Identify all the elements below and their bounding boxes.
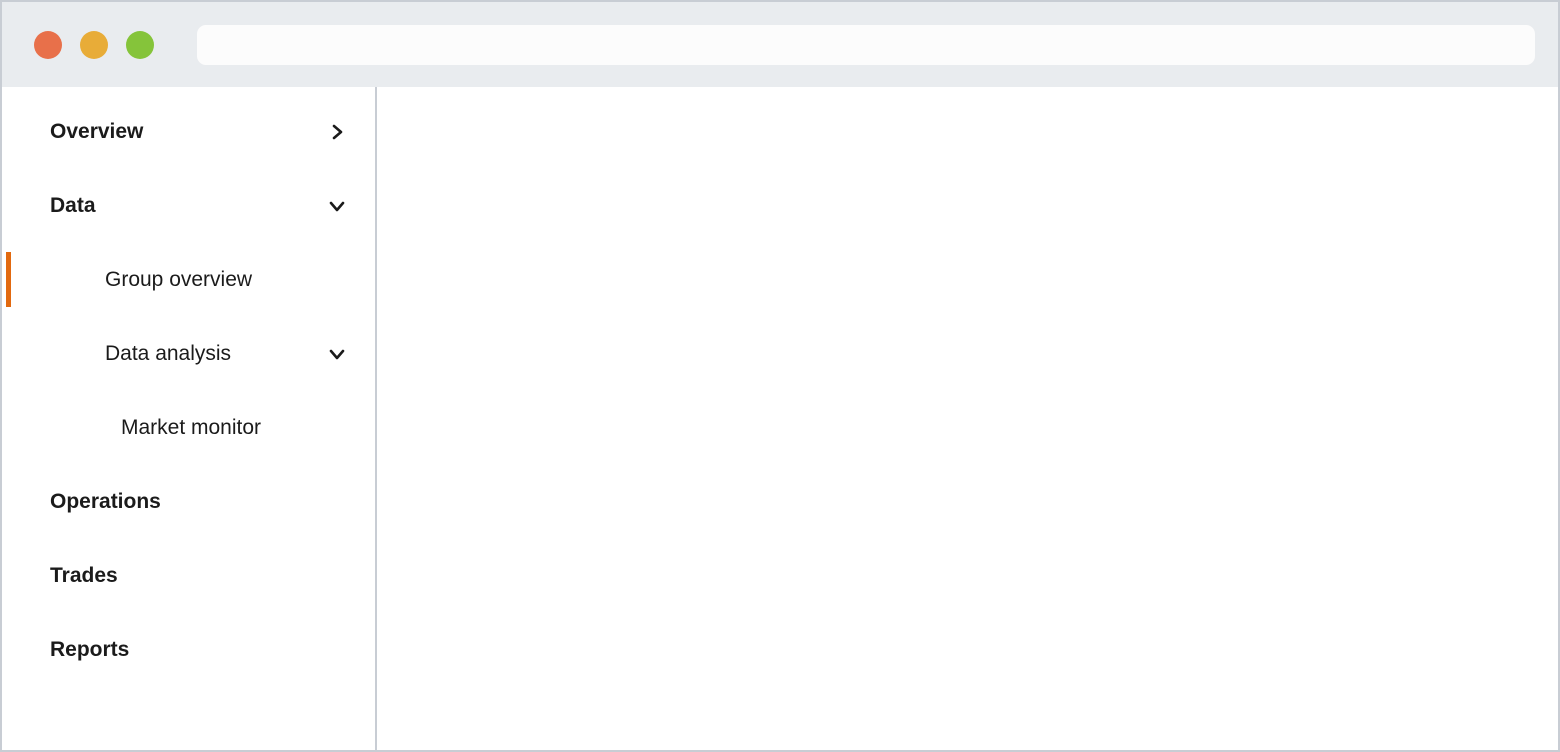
content-pane <box>377 87 1558 750</box>
address-bar-input[interactable] <box>197 24 1535 65</box>
sidebar-item-trades[interactable]: Trades <box>2 553 375 598</box>
sidebar-item-operations[interactable]: Operations <box>2 479 375 524</box>
sidebar-item-label: Trades <box>50 564 118 587</box>
sidebar-item-data-analysis[interactable]: Data analysis <box>2 331 375 376</box>
window-controls <box>34 30 154 59</box>
sidebar-item-label: Overview <box>50 120 144 143</box>
sidebar-navigation: Overview Data Group overview Data analysis M… <box>2 87 377 750</box>
application-window: Overview Data Group overview Data analysis M… <box>0 0 1560 752</box>
close-window-button[interactable] <box>34 30 62 59</box>
sidebar-item-label: Operations <box>50 490 161 513</box>
main-body: Overview Data Group overview Data analysis M… <box>2 87 1558 750</box>
sidebar-item-reports[interactable]: Reports <box>2 627 375 672</box>
chevron-right-icon[interactable] <box>327 122 347 142</box>
browser-titlebar <box>2 2 1558 87</box>
sidebar-item-label: Market monitor <box>121 416 262 439</box>
sidebar-item-data[interactable]: Data <box>2 183 375 228</box>
maximize-window-button[interactable] <box>126 30 154 59</box>
minimize-window-button[interactable] <box>80 30 108 59</box>
chevron-down-icon[interactable] <box>327 344 347 364</box>
sidebar-item-group-overview[interactable]: Group overview <box>2 252 375 307</box>
sidebar-item-overview[interactable]: Overview <box>2 109 375 154</box>
sidebar-item-label: Data <box>50 194 96 217</box>
active-item-indicator <box>6 252 11 307</box>
sidebar-item-label: Reports <box>50 638 130 661</box>
sidebar-item-label: Data analysis <box>105 342 232 365</box>
sidebar-item-market-monitor[interactable]: Market monitor <box>2 405 375 450</box>
chevron-down-icon[interactable] <box>327 196 347 216</box>
sidebar-item-label: Group overview <box>105 268 253 291</box>
